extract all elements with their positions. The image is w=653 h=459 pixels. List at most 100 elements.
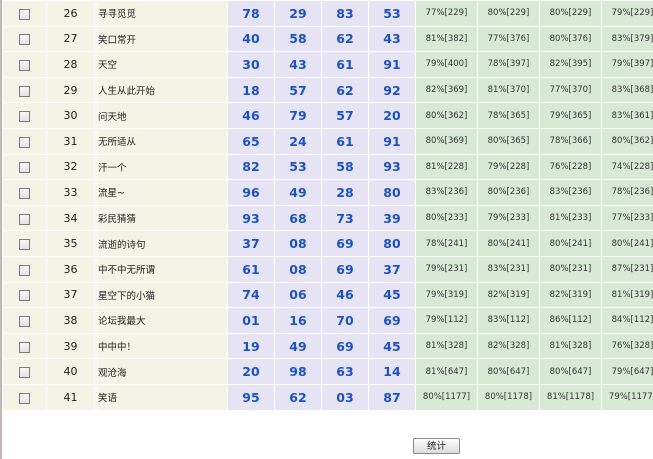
- row-checkbox[interactable]: [19, 85, 30, 97]
- row-checkbox[interactable]: [19, 290, 30, 302]
- accuracy-rate: 79%[233]: [477, 204, 540, 232]
- accuracy-rate: 78%[365]: [477, 102, 540, 129]
- user-name: 中不中无所谓: [97, 255, 228, 283]
- row-checkbox[interactable]: [19, 367, 30, 379]
- user-name: 流星~: [97, 179, 228, 206]
- row-checkbox[interactable]: [19, 136, 30, 148]
- accuracy-rate: 79%[365]: [539, 102, 602, 129]
- predicted-number: 40: [227, 25, 275, 53]
- row-checkbox[interactable]: [19, 392, 30, 404]
- table-row: 31 无所适从 65 24 61 91 80%[369] 80%[365] 78%[366] 80…: [2, 127, 653, 155]
- accuracy-rate: 82%[369]: [415, 76, 478, 104]
- predicted-number: 61: [321, 51, 369, 78]
- row-checkbox[interactable]: [19, 8, 30, 20]
- table-row: 36 中不中无所谓 61 08 69 37 79%[231] 83%[231] 80%[231]…: [2, 255, 653, 283]
- accuracy-rate: 78%[397]: [477, 51, 540, 78]
- predicted-number: 70: [321, 307, 369, 334]
- predicted-number: 45: [368, 332, 416, 360]
- table-row: 39 中中中！ 19 49 69 45 81%[328] 82%[328] 81%[328] 76…: [2, 332, 653, 360]
- row-checkbox[interactable]: [19, 264, 30, 276]
- predicted-number: 96: [227, 179, 275, 206]
- accuracy-rate: 80%[1177]: [415, 383, 478, 411]
- accuracy-rate: 80%[233]: [415, 204, 478, 232]
- predicted-number: 58: [321, 153, 369, 181]
- accuracy-rate: 80%[365]: [477, 127, 540, 155]
- accuracy-rate: 84%[112]: [601, 307, 653, 334]
- predicted-number: 69: [368, 307, 416, 334]
- predicted-number: 69: [321, 255, 369, 283]
- user-name: 中中中！: [97, 332, 228, 360]
- predicted-number: 91: [368, 51, 416, 78]
- row-checkbox[interactable]: [19, 111, 30, 123]
- table-row: 38 论坛我最大 01 16 70 69 79%[112] 83%[112] 86%[112] 8…: [2, 307, 653, 334]
- accuracy-rate: 76%[228]: [539, 153, 602, 181]
- accuracy-rate: 74%[228]: [601, 153, 653, 181]
- predicted-number: 69: [321, 332, 369, 360]
- accuracy-rate: 81%[370]: [477, 76, 540, 104]
- user-name: 笑口常开: [97, 25, 228, 53]
- row-checkbox[interactable]: [19, 162, 30, 174]
- accuracy-rate: 83%[379]: [601, 25, 653, 53]
- accuracy-rate: 80%[647]: [539, 358, 602, 385]
- row-select-cell: [2, 332, 47, 360]
- row-select-cell: [2, 204, 47, 232]
- row-checkbox[interactable]: [19, 213, 30, 225]
- row-number: 29: [46, 76, 95, 104]
- predicted-number: 08: [274, 230, 322, 257]
- predicted-number: 93: [368, 153, 416, 181]
- user-name: 寻寻觅觅: [97, 0, 228, 27]
- row-number: 36: [46, 255, 95, 283]
- row-number: 28: [46, 51, 95, 78]
- user-name: 汗一个: [97, 153, 228, 181]
- row-checkbox[interactable]: [19, 341, 30, 353]
- row-select-cell: [2, 127, 47, 155]
- row-number: 37: [46, 281, 95, 309]
- predicted-number: 65: [227, 127, 275, 155]
- accuracy-rate: 83%[236]: [415, 179, 478, 206]
- predicted-number: 06: [274, 281, 322, 309]
- user-name: 彩民猜猜: [97, 204, 228, 232]
- predicted-number: 61: [321, 127, 369, 155]
- predicted-number: 53: [368, 0, 416, 27]
- row-number: 38: [46, 307, 95, 334]
- accuracy-rate: 80%[376]: [539, 25, 602, 53]
- accuracy-rate: 83%[368]: [601, 76, 653, 104]
- row-number: 31: [46, 127, 95, 155]
- predicted-number: 98: [274, 358, 322, 385]
- row-select-cell: [2, 383, 47, 411]
- row-checkbox[interactable]: [19, 187, 30, 199]
- accuracy-rate: 78%[241]: [415, 230, 478, 257]
- predicted-number: 45: [368, 281, 416, 309]
- predicted-number: 79: [274, 102, 322, 129]
- predicted-number: 14: [368, 358, 416, 385]
- table-row: 27 笑口常开 40 58 62 43 81%[382] 77%[376] 80%[376] 83…: [2, 25, 653, 53]
- accuracy-rate: 77%[233]: [601, 204, 653, 232]
- row-select-cell: [2, 179, 47, 206]
- accuracy-rate: 81%[228]: [415, 153, 478, 181]
- user-name: 观沧海: [97, 358, 228, 385]
- accuracy-rate: 79%[1177]: [601, 383, 653, 411]
- accuracy-rate: 81%[647]: [415, 358, 478, 385]
- user-name: 无所适从: [97, 127, 228, 155]
- row-checkbox[interactable]: [19, 315, 30, 327]
- predicted-number: 19: [227, 332, 275, 360]
- accuracy-rate: 79%[319]: [415, 281, 478, 309]
- predicted-number: 29: [274, 0, 322, 27]
- predicted-number: 30: [227, 51, 275, 78]
- accuracy-rate: 82%[395]: [539, 51, 602, 78]
- row-checkbox[interactable]: [19, 34, 30, 46]
- accuracy-rate: 83%[236]: [539, 179, 602, 206]
- row-checkbox[interactable]: [19, 59, 30, 71]
- statistics-button[interactable]: 统计: [413, 438, 460, 454]
- table-row: 33 流星~ 96 49 28 80 83%[236] 80%[236] 83%[236] 78%…: [2, 179, 653, 206]
- predicted-number: 92: [368, 76, 416, 104]
- user-name: 人生从此开始: [97, 76, 228, 104]
- predicted-number: 78: [227, 0, 275, 27]
- accuracy-rate: 81%[319]: [601, 281, 653, 309]
- row-checkbox[interactable]: [19, 239, 30, 251]
- predicted-number: 82: [227, 153, 275, 181]
- user-name: 星空下的小猫: [97, 281, 228, 309]
- predicted-number: 16: [274, 307, 322, 334]
- accuracy-rate: 80%[1178]: [477, 383, 540, 411]
- accuracy-rate: 80%[241]: [601, 230, 653, 257]
